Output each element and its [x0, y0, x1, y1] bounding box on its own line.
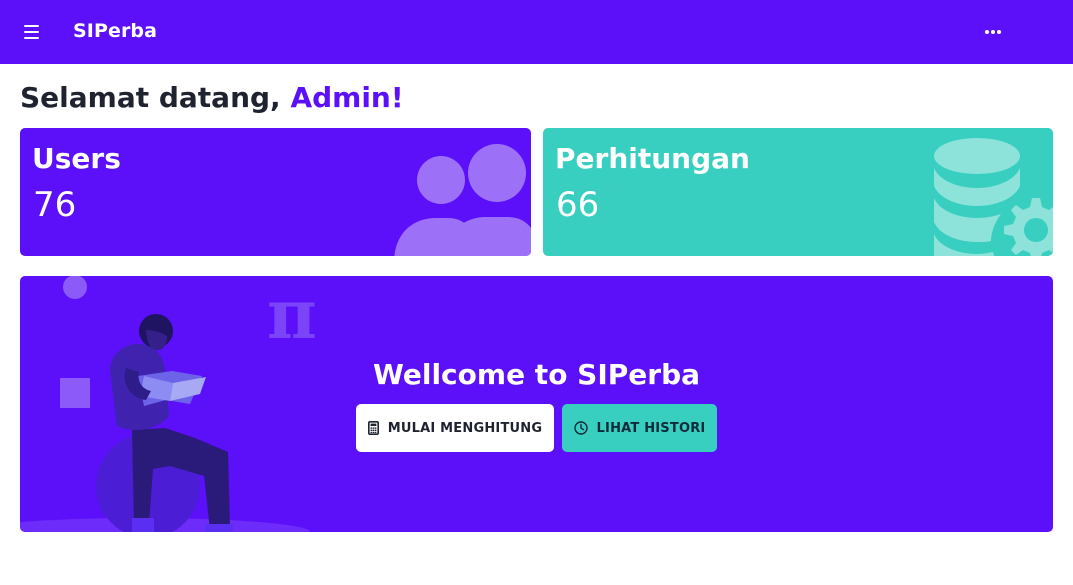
start-calculation-label: MULAI MENGHITUNG [387, 420, 543, 436]
hamburger-menu-icon[interactable] [24, 25, 40, 39]
top-navbar: SIPerba [0, 0, 1073, 64]
perhitungan-card-count: 66 [556, 185, 600, 225]
welcome-banner-title: Wellcome to SIPerba [372, 358, 701, 391]
users-group-icon [394, 144, 531, 256]
person-reading-book-illustration: π [20, 276, 317, 532]
clock-icon [573, 421, 588, 435]
calculator-icon [367, 421, 379, 435]
greeting-prefix: Selamat datang, [20, 81, 291, 114]
users-card-count: 76 [33, 185, 77, 225]
view-history-button[interactable]: LIHAT HISTORI [562, 404, 717, 452]
view-history-label: LIHAT HISTORI [596, 420, 706, 436]
more-horizontal-icon[interactable] [982, 22, 1004, 42]
start-calculation-button[interactable]: MULAI MENGHITUNG [356, 404, 554, 452]
perhitungan-stat-card: Perhitungan 66 [543, 128, 1053, 256]
users-card-title: Users [32, 142, 121, 175]
welcome-banner: π Wellcome to SIPerba MULAI MENGHITUNG L… [20, 276, 1053, 532]
app-brand[interactable]: SIPerba [73, 20, 157, 42]
database-settings-icon [934, 138, 1053, 256]
users-stat-card: Users 76 [20, 128, 531, 256]
svg-text:π: π [267, 276, 317, 355]
greeting-username: Admin! [290, 81, 404, 114]
perhitungan-card-title: Perhitungan [555, 142, 750, 175]
welcome-heading: Selamat datang, Admin! [20, 81, 404, 114]
